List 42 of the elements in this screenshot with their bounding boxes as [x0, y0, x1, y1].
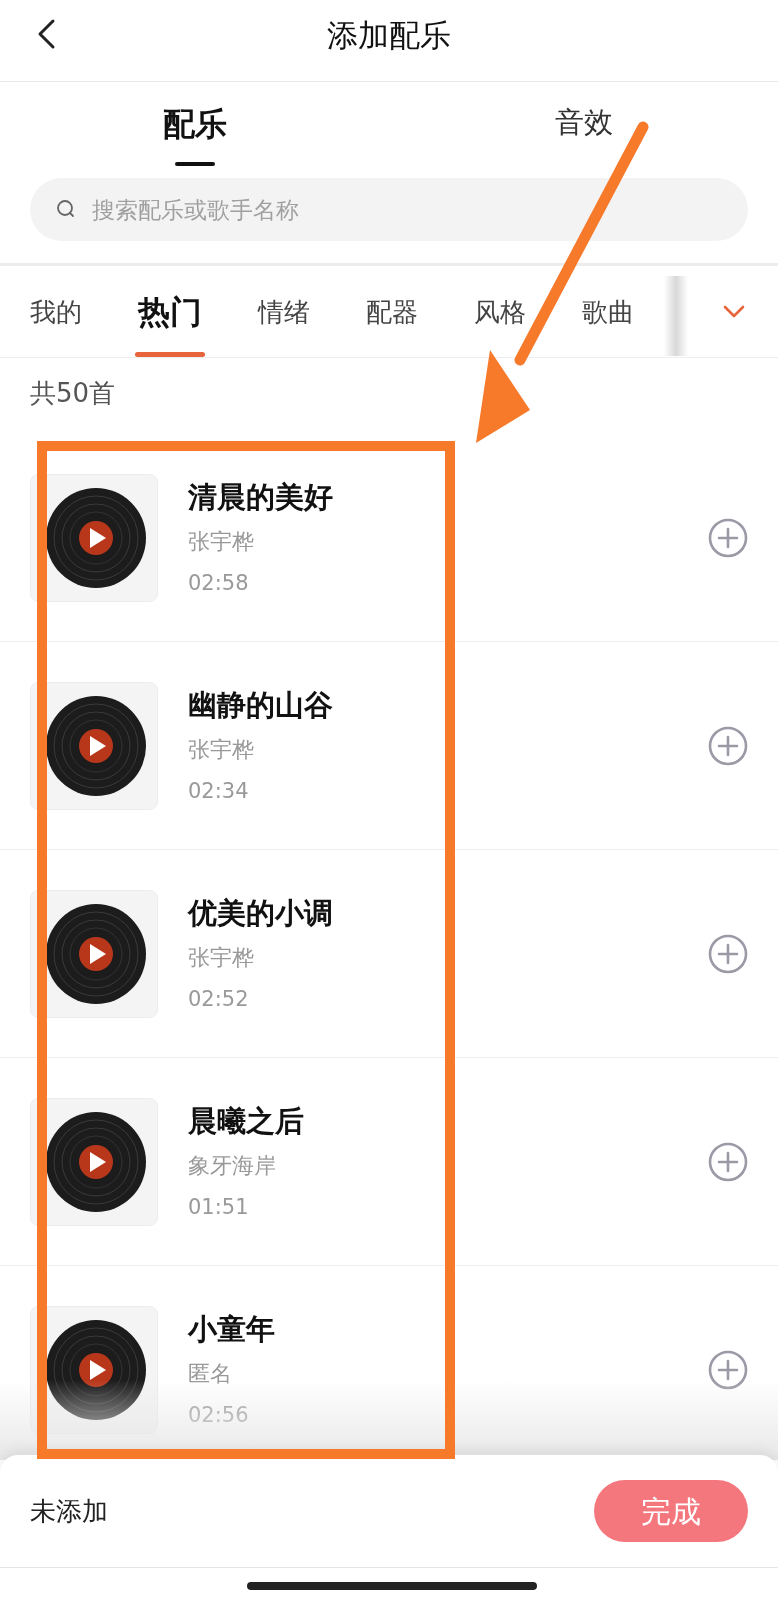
tab-underline — [174, 162, 215, 166]
category-tab[interactable]: 配器 — [366, 298, 418, 325]
track-duration: 02:52 — [188, 985, 250, 1013]
category-tab[interactable]: 风格 — [474, 298, 526, 325]
added-status: 未添加 — [30, 1494, 108, 1528]
back-icon[interactable] — [36, 18, 56, 50]
tab[interactable]: 配乐 — [162, 108, 227, 140]
track-duration: 02:58 — [188, 569, 250, 597]
category-underline — [135, 352, 205, 357]
vinyl-record-icon — [46, 1111, 146, 1212]
add-icon[interactable] — [708, 933, 748, 974]
category-tab[interactable]: 我的 — [30, 298, 82, 325]
track-title: 优美的小调 — [188, 894, 334, 931]
search-icon — [56, 199, 76, 219]
vinyl-record-icon — [46, 695, 146, 796]
add-icon[interactable] — [708, 1350, 748, 1390]
track-artist: 象牙海岸 — [188, 1151, 277, 1180]
track-duration: 02:56 — [188, 1402, 250, 1429]
page-title: 添加配乐 — [327, 16, 451, 56]
search-field[interactable]: 搜索配乐或歌手名称 — [30, 178, 748, 241]
vinyl-record-icon — [46, 487, 146, 588]
track-duration: 01:51 — [188, 1193, 250, 1221]
category-tab[interactable]: 热门 — [138, 295, 202, 328]
add-icon[interactable] — [708, 725, 748, 766]
track-title: 幽静的山谷 — [188, 686, 334, 723]
category-tab[interactable]: 歌曲 — [582, 298, 634, 325]
tab[interactable]: 音效 — [554, 108, 613, 137]
vinyl-record-icon — [46, 903, 146, 1004]
chevron-down-icon[interactable] — [722, 304, 746, 320]
track-title: 清晨的美好 — [188, 478, 334, 515]
add-icon[interactable] — [708, 1141, 748, 1182]
track-artist: 匿名 — [188, 1360, 233, 1388]
track-artist: 张宇桦 — [188, 527, 255, 556]
track-title: 小童年 — [188, 1311, 276, 1347]
song-count: 共50首 — [30, 378, 116, 408]
track-duration: 02:34 — [188, 777, 250, 805]
add-icon[interactable] — [708, 517, 748, 558]
vinyl-record-icon — [46, 1320, 146, 1420]
track-artist: 张宇桦 — [188, 943, 255, 972]
track-artist: 张宇桦 — [188, 735, 255, 764]
category-tab[interactable]: 情绪 — [258, 298, 310, 325]
track-title: 晨曦之后 — [188, 1102, 305, 1139]
